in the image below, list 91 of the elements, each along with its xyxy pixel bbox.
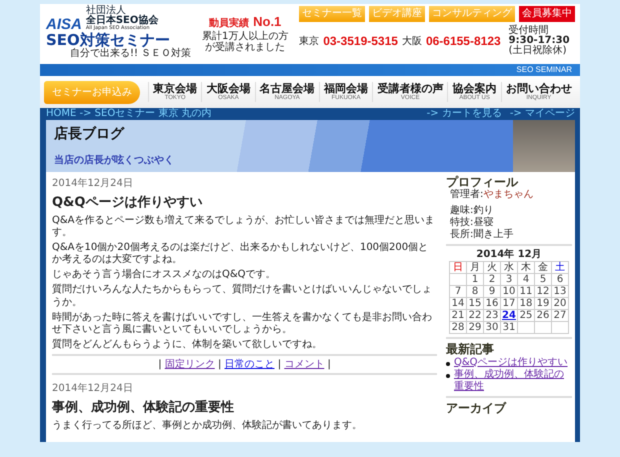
post-link[interactable]: 固定リンク xyxy=(164,359,215,370)
post-paragraph: Q&Aを10個か20個考えるのは楽だけど、出来るかもしれないけど、100個200個とか考えるのは大変ですよね。 xyxy=(52,242,430,266)
site-title[interactable]: SEO対策セミナー xyxy=(46,32,192,48)
calendar-day: 30 xyxy=(484,322,500,334)
weekday-cell: 火 xyxy=(484,262,500,274)
banner-title: 店長ブログ xyxy=(54,124,126,144)
calendar-day: 5 xyxy=(534,274,552,286)
weekday-cell: 土 xyxy=(552,262,568,274)
post-link[interactable]: コメント xyxy=(284,359,324,370)
calendar-day: 28 xyxy=(450,322,466,334)
calendar-day: 6 xyxy=(552,274,568,286)
post-title: 事例、成功例、体験記の重要性 xyxy=(52,398,235,418)
weekday-cell: 水 xyxy=(500,262,518,274)
calendar-day: 21 xyxy=(450,310,466,322)
calendar-day: 9 xyxy=(484,286,500,298)
calendar-day: 7 xyxy=(450,286,466,298)
tagline: 自分で出来る!! ＳＥＯ対策 xyxy=(70,48,192,59)
sidebar-heading: プロフィール xyxy=(446,175,520,189)
calendar-day: 2 xyxy=(484,274,500,286)
post-title: Q&Qページは作りやすい xyxy=(52,194,204,212)
post-paragraph: じゃあそう言う場合にオススメなのはQ&Qです。 xyxy=(52,269,277,282)
org-type: 社団法人 xyxy=(86,6,126,16)
org-name: 全日本SEO協会 xyxy=(86,16,158,26)
sidebar-heading: アーカイブ xyxy=(446,400,508,416)
sidebar-heading: 最新記事 xyxy=(446,342,495,357)
award-label: 動員実績 xyxy=(209,16,250,30)
calendar-day: 25 xyxy=(518,310,534,322)
city-label: 大阪 xyxy=(402,34,422,48)
weekday-cell: 月 xyxy=(466,262,484,274)
separator: | xyxy=(278,359,282,370)
post-paragraph: 時間があった時に答えを書けばいいですし、一生答えを書かなくても是非お問い合わせ下さいと言う風に書いといてもいいでしょうから。 xyxy=(52,312,433,336)
award-text: 累計1万人以上の方が受講されました xyxy=(201,31,290,53)
calendar-day: 16 xyxy=(484,298,500,310)
calendar-day: 26 xyxy=(534,310,552,322)
calendar-day: 10 xyxy=(500,286,518,298)
calendar-title: 2014年 12月 xyxy=(475,249,543,262)
calendar-day: 19 xyxy=(534,298,552,310)
phone-number: 06-6155-8123 xyxy=(426,34,501,48)
hours-note: (土日祝除休) xyxy=(508,46,568,56)
post-date: 2014年12月24日 xyxy=(52,177,134,191)
calendar-day: 17 xyxy=(500,298,518,310)
banner-subtitle: 当店の店長が呟くつぶやく xyxy=(54,153,175,168)
recent-post-link[interactable]: Q&Qページは作りやすい xyxy=(454,356,568,369)
calendar-day: 4 xyxy=(518,274,534,286)
profile-detail: 特技:昼寝 xyxy=(450,217,494,228)
header-band: SEO SEMINAR xyxy=(40,64,580,76)
photo-placeholder xyxy=(513,120,575,172)
profile-detail: 趣味:釣り xyxy=(450,205,494,216)
calendar-day: 8 xyxy=(466,286,484,298)
separator: | xyxy=(158,359,162,370)
admin-name: やまちゃん xyxy=(483,189,534,202)
logo-mark[interactable]: AISA xyxy=(46,16,82,32)
calendar-day: 1 xyxy=(466,274,484,286)
calendar-day: 11 xyxy=(518,286,534,298)
calendar-day: 22 xyxy=(466,310,484,322)
weekday-cell: 金 xyxy=(534,262,552,274)
weekday-cell: 木 xyxy=(518,262,534,274)
calendar-day: 14 xyxy=(450,298,466,310)
post-date: 2014年12月24日 xyxy=(52,382,134,396)
post-paragraph: 質問をどんどんもらうように、体制を築いて欲しいですね。 xyxy=(52,339,323,352)
post-paragraph: うまく行ってる所ほど、事例とか成功例、体験記が書いてあります。 xyxy=(52,420,363,432)
profile-detail: 長所:聞き上手 xyxy=(450,229,514,242)
phone-number: 03-3519-5315 xyxy=(323,34,398,48)
city-label: 東京 xyxy=(299,34,320,48)
calendar-day: 20 xyxy=(552,298,568,310)
calendar-day: 29 xyxy=(466,322,484,334)
admin-label: 管理者: xyxy=(450,189,484,202)
post-paragraph: Q&Aを作るとページ数も増えて来るでしょうが、お忙しい皆さまでは無理だと思います。 xyxy=(52,214,436,239)
weekday-cell: 日 xyxy=(450,262,466,274)
recent-post-link[interactable]: 事例、成功例、体験記の重要性 xyxy=(454,368,572,393)
calendar-day: 31 xyxy=(500,322,518,334)
bullet-icon xyxy=(446,362,450,366)
award-rank: No.1 xyxy=(253,14,282,29)
business-hours: 9:30-17:30 xyxy=(508,36,570,46)
calendar-day: 18 xyxy=(518,298,534,310)
utility-link[interactable]: -> マイページ xyxy=(510,108,575,120)
calendar-day: 3 xyxy=(500,274,518,286)
member-recruit-button[interactable]: 会員募集中 xyxy=(519,6,576,22)
post-paragraph: 質問だけいろんな人たちからもらって、質問だけを書いとけばいいんじゃないでしょうか。 xyxy=(52,284,433,309)
bullet-icon xyxy=(446,374,450,378)
utility-link[interactable]: -> カートを見る xyxy=(426,108,502,120)
separator: | xyxy=(218,359,222,370)
calendar-day: 13 xyxy=(552,286,568,298)
calendar-day: 15 xyxy=(466,298,484,310)
calendar-day-link[interactable]: 24 xyxy=(502,310,516,322)
post-link[interactable]: 日常のこと xyxy=(224,359,274,370)
calendar-day: 23 xyxy=(484,310,500,322)
separator: | xyxy=(327,359,331,370)
calendar-day: 27 xyxy=(552,310,568,322)
hours-label: 受付時間 xyxy=(508,26,549,36)
calendar-day: 12 xyxy=(534,286,552,298)
